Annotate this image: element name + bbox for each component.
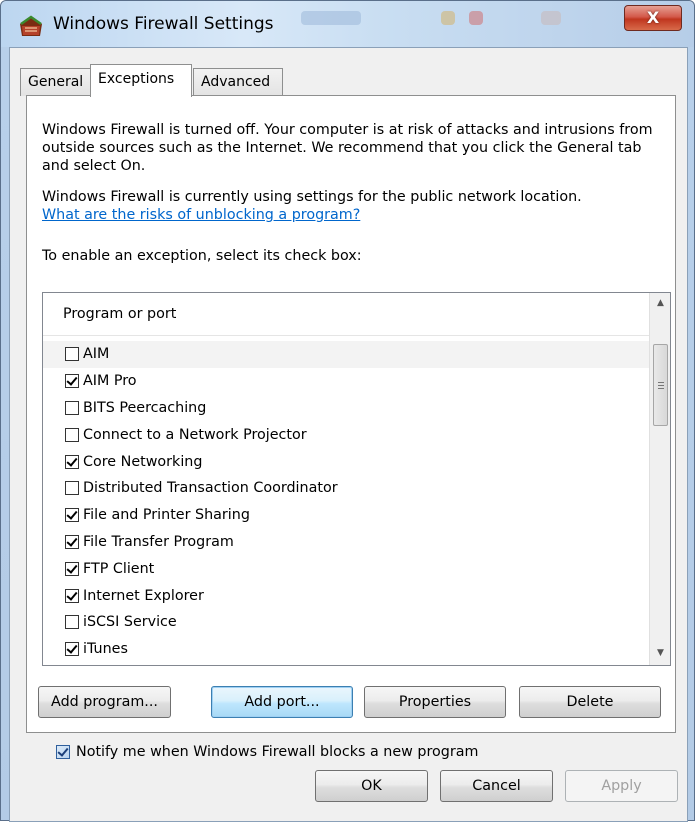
tab-general-label: General [28, 74, 84, 90]
list-item[interactable]: BITS Peercaching [43, 395, 649, 422]
add-port-button[interactable]: Add port... [211, 686, 353, 718]
exception-checkbox[interactable] [65, 427, 79, 442]
delete-button[interactable]: Delete [519, 686, 661, 718]
list-item[interactable]: Internet Explorer [43, 582, 649, 609]
scroll-up-icon[interactable]: ▲ [650, 293, 670, 313]
properties-button[interactable]: Properties [364, 686, 506, 718]
dialog-client-area: General Exceptions Advanced Windows Fire… [9, 47, 688, 822]
list-item[interactable]: File Transfer Program [43, 529, 649, 556]
title-bar[interactable]: Windows Firewall Settings X [1, 1, 694, 47]
grip-line [658, 385, 664, 386]
exception-label: BITS Peercaching [83, 399, 207, 416]
add-program-button[interactable]: Add program... [38, 686, 171, 718]
exception-checkbox[interactable] [65, 454, 79, 469]
exception-label: iSCSI Service [83, 614, 177, 631]
tab-general[interactable]: General [20, 68, 91, 96]
titlebar-decoration [301, 11, 361, 25]
firewall-icon [20, 15, 42, 36]
scroll-down-icon[interactable]: ▼ [650, 643, 670, 663]
exception-checkbox[interactable] [65, 642, 79, 657]
grip-line [658, 388, 664, 389]
list-item[interactable]: iTunes [43, 636, 649, 663]
instruction-text: To enable an exception, select its check… [42, 248, 362, 264]
tab-exceptions[interactable]: Exceptions [90, 64, 192, 97]
titlebar-decoration [441, 11, 455, 25]
exception-checkbox[interactable] [65, 347, 79, 362]
list-item[interactable]: Media Center Extenders [43, 663, 649, 665]
notify-label: Notify me when Windows Firewall blocks a… [76, 744, 479, 760]
firewall-off-warning: Windows Firewall is turned off. Your com… [42, 122, 653, 174]
exception-label: File Transfer Program [83, 533, 234, 550]
list-item[interactable]: Core Networking [43, 448, 649, 475]
list-item[interactable]: Distributed Transaction Coordinator [43, 475, 649, 502]
notify-option[interactable]: Notify me when Windows Firewall blocks a… [56, 744, 478, 760]
exception-checkbox[interactable] [65, 615, 79, 630]
exception-label: FTP Client [83, 560, 155, 577]
exception-label: Connect to a Network Projector [83, 426, 307, 443]
apply-button[interactable]: Apply [565, 770, 678, 802]
cancel-button[interactable]: Cancel [440, 770, 553, 802]
exceptions-panel: Windows Firewall is turned off. Your com… [26, 95, 676, 760]
list-item[interactable]: AIM Pro [43, 368, 649, 395]
exception-checkbox[interactable] [65, 588, 79, 603]
scrollbar-thumb[interactable] [653, 344, 668, 426]
exception-label: Internet Explorer [83, 587, 204, 604]
exception-checkbox[interactable] [65, 400, 79, 415]
vertical-scrollbar[interactable]: ▲ ▼ [649, 293, 670, 665]
list-item[interactable]: File and Printer Sharing [43, 502, 649, 529]
firewall-settings-window: Windows Firewall Settings X General Exce… [0, 0, 695, 822]
column-header-program-or-port[interactable]: Program or port [43, 293, 649, 336]
notify-checkbox[interactable] [56, 745, 70, 759]
grip-line [658, 382, 664, 383]
close-icon: X [646, 8, 660, 27]
close-button[interactable]: X [624, 5, 682, 31]
exception-checkbox[interactable] [65, 561, 79, 576]
titlebar-decoration [541, 11, 561, 25]
list-item[interactable]: iSCSI Service [43, 609, 649, 636]
list-item[interactable]: FTP Client [43, 555, 649, 582]
risks-link-line: What are the risks of unblocking a progr… [42, 206, 667, 224]
window-title: Windows Firewall Settings [53, 14, 274, 34]
tab-advanced[interactable]: Advanced [193, 68, 283, 96]
exceptions-list[interactable]: Program or port AIM AIM Pro BITS Peercachi… [42, 292, 671, 666]
tab-exceptions-label: Exceptions [98, 71, 175, 87]
exception-checkbox[interactable] [65, 534, 79, 549]
exception-checkbox[interactable] [65, 508, 79, 523]
list-item[interactable]: AIM [43, 341, 649, 368]
exception-checkbox[interactable] [65, 481, 79, 496]
titlebar-decoration [469, 11, 483, 25]
list-item[interactable]: Connect to a Network Projector [43, 421, 649, 448]
exception-label: Distributed Transaction Coordinator [83, 480, 338, 497]
exception-label: File and Printer Sharing [83, 507, 250, 524]
exception-label: Core Networking [83, 453, 203, 470]
risks-link[interactable]: What are the risks of unblocking a progr… [42, 207, 360, 223]
tab-advanced-label: Advanced [201, 74, 271, 90]
network-location-text: Windows Firewall is currently using sett… [42, 189, 582, 205]
exception-label: AIM Pro [83, 373, 137, 390]
ok-button[interactable]: OK [315, 770, 428, 802]
exceptions-rows: AIM AIM Pro BITS Peercaching Connect to a N… [43, 341, 649, 665]
exception-label: AIM [83, 346, 110, 363]
exception-checkbox[interactable] [65, 374, 79, 389]
exception-label: iTunes [83, 641, 128, 658]
